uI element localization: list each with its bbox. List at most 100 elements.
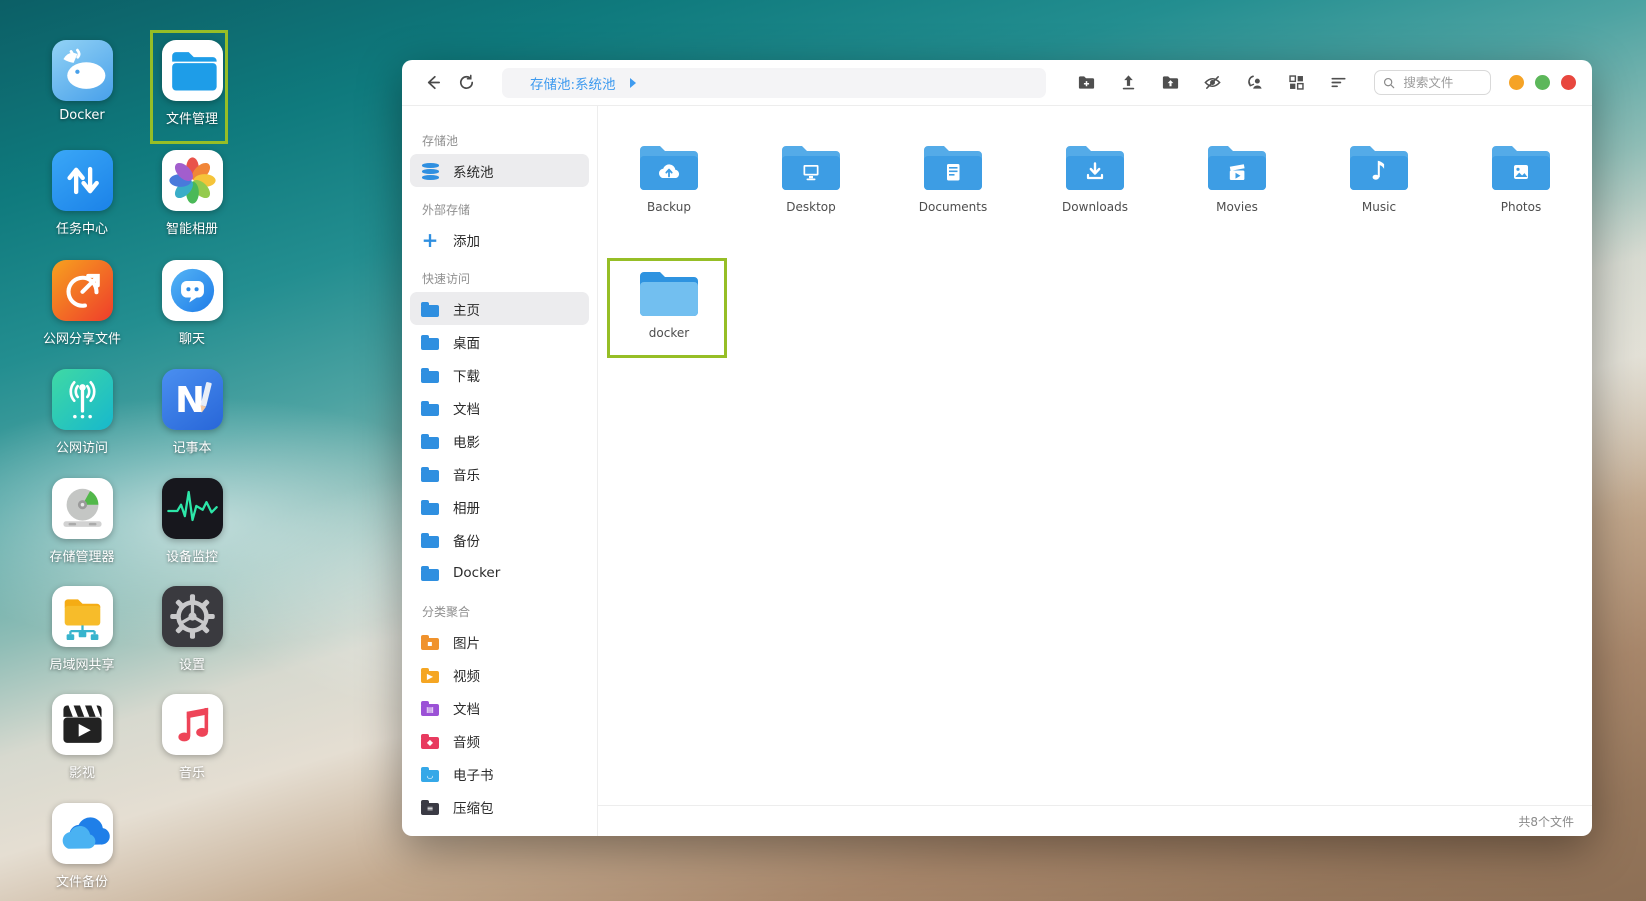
hidden-files-button[interactable] [1198, 69, 1226, 97]
sidebar-section-header: 分类聚合 [422, 603, 589, 620]
search-box[interactable] [1374, 70, 1491, 95]
desktop-icon-file-backup[interactable]: 文件备份 [27, 803, 137, 890]
sidebar-item[interactable]: Docker [410, 556, 589, 589]
breadcrumb[interactable]: 存储池:系统池 [502, 68, 1046, 98]
sidebar-item-label: 主页 [453, 299, 480, 319]
sidebar-item[interactable]: ≡ 压缩包 [410, 790, 589, 823]
desktop-icon-lan-share[interactable]: 局域网共享 [27, 586, 137, 673]
file-manager-window: 存储池:系统池 [402, 60, 1592, 836]
file-name: Downloads [1062, 200, 1128, 214]
sidebar-section-header: 外部存储 [422, 201, 589, 218]
sidebar-item[interactable]: 文档 [410, 391, 589, 424]
sidebar-item[interactable]: ◆ 音频 [410, 724, 589, 757]
desktop-icon-label: 局域网共享 [49, 654, 114, 673]
desktop-icon-label: Docker [59, 108, 105, 123]
sidebar-item[interactable]: ▤ 文档 [410, 691, 589, 724]
desktop-icon-settings[interactable]: 设置 [137, 586, 247, 673]
sidebar-item[interactable]: 备份 [410, 523, 589, 556]
sidebar-item[interactable]: ▪ 图片 [410, 625, 589, 658]
file-item-docker[interactable]: docker [598, 256, 740, 382]
sidebar: 存储池 系统池 外部存储 + 添加 [402, 106, 598, 836]
folder-icon [421, 569, 439, 581]
search-input[interactable] [1401, 74, 1482, 91]
window-control-button[interactable] [1535, 75, 1550, 90]
back-button[interactable] [418, 69, 446, 97]
video-clapper-icon [52, 694, 113, 755]
new-folder-button[interactable] [1072, 69, 1100, 97]
file-item-documents[interactable]: Documents [882, 130, 1024, 256]
sidebar-item[interactable]: 系统池 [410, 154, 589, 187]
window-control-button[interactable] [1509, 75, 1524, 90]
status-bar: 共8个文件 [598, 805, 1592, 836]
file-item-downloads[interactable]: Downloads [1024, 130, 1166, 256]
refresh-button[interactable] [452, 69, 480, 97]
public-share-arrow-icon [52, 260, 113, 321]
desktop-icon-device-monitor[interactable]: 设备监控 [137, 478, 247, 565]
desktop-icon-label: 设备监控 [166, 546, 218, 565]
file-name: Movies [1216, 200, 1258, 214]
desktop-icon-notes[interactable]: N 记事本 [137, 369, 247, 456]
desktop-icon-video[interactable]: 影视 [27, 694, 137, 781]
folder-icon: ◡ [421, 770, 439, 782]
desktop-icon-label: 文件管理 [166, 108, 218, 127]
desktop: Docker 文件管理 任务中心 [0, 0, 1646, 901]
desktop-icon-music[interactable]: 音乐 [137, 694, 247, 781]
desktop-icon-storage-manager[interactable]: 存储管理器 [27, 478, 137, 565]
grid-view-button[interactable] [1282, 69, 1310, 97]
docker-whale-icon [52, 40, 113, 101]
file-name: Documents [919, 200, 987, 214]
desktop-icon-task-center[interactable]: 任务中心 [27, 150, 137, 237]
sidebar-item[interactable]: ▶ 视频 [410, 658, 589, 691]
sidebar-item[interactable]: 下载 [410, 358, 589, 391]
sync-user-button[interactable] [1240, 69, 1268, 97]
file-item-movies[interactable]: Movies [1166, 130, 1308, 256]
desktop-icon-public-access[interactable]: 公网访问 [27, 369, 137, 456]
file-item-photos[interactable]: Photos [1450, 130, 1592, 256]
sidebar-item-label: Docker [453, 565, 500, 581]
file-name: Photos [1501, 200, 1541, 214]
sidebar-section-categories: ▪ 图片 ▶ 视频 ▤ 文档 [410, 625, 589, 823]
desktop-icon-public-share[interactable]: 公网分享文件 [27, 260, 137, 347]
folder-icon [421, 536, 439, 548]
desktop-icon-smart-album[interactable]: 智能相册 [137, 150, 247, 237]
file-name: docker [649, 326, 689, 340]
sidebar-item-label: 文档 [453, 398, 480, 418]
sidebar-item[interactable]: 音乐 [410, 457, 589, 490]
sidebar-item[interactable]: ◡ 电子书 [410, 757, 589, 790]
file-item-music[interactable]: Music [1308, 130, 1450, 256]
sidebar-item-label: 下载 [453, 365, 480, 385]
sidebar-item[interactable]: 主页 [410, 292, 589, 325]
folder-downloads-icon [1063, 142, 1127, 194]
sidebar-item-icon [422, 163, 439, 168]
desktop-icon-label: 存储管理器 [49, 546, 114, 565]
sidebar-item-label: 桌面 [453, 332, 480, 352]
folder-icon: ▶ [421, 671, 439, 683]
desktop-icon-file-manager[interactable]: 文件管理 [137, 40, 247, 127]
file-item-desktop[interactable]: Desktop [740, 130, 882, 256]
sidebar-item-label: 图片 [453, 632, 480, 652]
breadcrumb-path[interactable]: 存储池:系统池 [530, 73, 616, 93]
sidebar-item[interactable]: 电影 [410, 424, 589, 457]
folder-icon: ≡ [421, 803, 439, 815]
desktop-icon-label: 公网访问 [56, 437, 108, 456]
settings-gear-icon [162, 586, 223, 647]
file-grid: Backup Desktop [598, 106, 1592, 805]
sidebar-item[interactable]: + 添加 [410, 223, 589, 256]
file-item-backup[interactable]: Backup [598, 130, 740, 256]
folder-icon [421, 404, 439, 416]
desktop-icon-chat[interactable]: 聊天 [137, 260, 247, 347]
desktop-icon-label: 聊天 [179, 328, 205, 347]
sidebar-item[interactable]: 桌面 [410, 325, 589, 358]
window-control-button[interactable] [1561, 75, 1576, 90]
desktop-icon-label: 记事本 [172, 437, 211, 456]
sidebar-item-label: 音频 [453, 731, 480, 751]
folder-icon: ◆ [421, 737, 439, 749]
breadcrumb-arrow-icon [630, 78, 636, 88]
sidebar-section-storage-pool: 系统池 [410, 154, 589, 187]
upload-folder-button[interactable] [1156, 69, 1184, 97]
sort-button[interactable] [1324, 69, 1352, 97]
upload-button[interactable] [1114, 69, 1142, 97]
sidebar-item[interactable]: 相册 [410, 490, 589, 523]
folder-icon: ▪ [421, 638, 439, 650]
desktop-icon-docker[interactable]: Docker [27, 40, 137, 123]
